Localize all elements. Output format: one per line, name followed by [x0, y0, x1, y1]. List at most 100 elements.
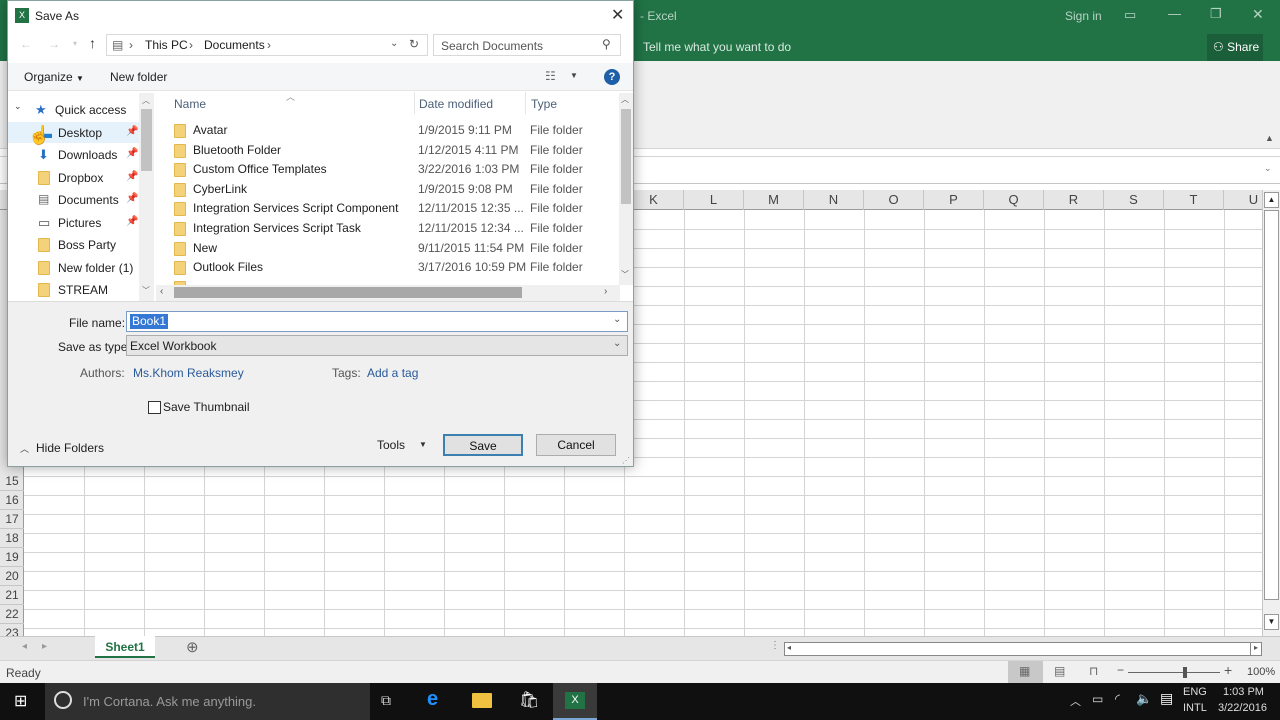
language-bottom[interactable]: INTL: [1183, 702, 1207, 714]
file-scroll-up-icon[interactable]: ︿: [621, 94, 629, 105]
tools-button[interactable]: Tools: [377, 438, 405, 452]
ribbon-display-icon[interactable]: ▭: [1124, 7, 1136, 23]
hide-folders-button[interactable]: Hide Folders: [36, 441, 104, 455]
file-hscroll-thumb[interactable]: [174, 287, 522, 298]
task-view-icon[interactable]: ⧉: [381, 692, 391, 709]
refresh-icon[interactable]: ↻: [409, 37, 419, 51]
breadcrumb-this-pc[interactable]: This PC: [145, 38, 188, 52]
save-thumbnail-label[interactable]: Save Thumbnail: [163, 400, 250, 414]
organize-button[interactable]: Organize ▼: [24, 70, 84, 84]
pin-icon[interactable]: 📌: [126, 148, 138, 159]
expand-chevron-icon[interactable]: ⌄: [14, 101, 22, 112]
nav-item[interactable]: New folder (1): [8, 257, 139, 278]
tell-me-input[interactable]: Tell me what you want to do: [643, 40, 791, 54]
page-break-view-icon[interactable]: ⊓: [1089, 664, 1098, 678]
close-icon[interactable]: ✕: [1252, 6, 1264, 23]
save-type-select[interactable]: Excel Workbook ⌄: [126, 335, 628, 356]
column-header-date[interactable]: Date modified: [419, 97, 493, 111]
column-header[interactable]: N: [804, 190, 864, 210]
file-explorer-icon[interactable]: [472, 693, 492, 708]
file-row[interactable]: CyberLink 1/9/2015 9:08 PM File folder: [156, 180, 616, 200]
store-icon[interactable]: 🛍: [519, 690, 539, 710]
zoom-out-icon[interactable]: −: [1117, 663, 1124, 677]
view-options-icon[interactable]: ☷: [545, 69, 556, 83]
scroll-up-arrow[interactable]: ▲: [1264, 192, 1279, 208]
wifi-icon[interactable]: ◜: [1115, 691, 1120, 707]
minimize-icon[interactable]: —: [1168, 6, 1181, 21]
scroll-left-arrow[interactable]: ◂: [787, 643, 791, 652]
restore-icon[interactable]: ❐: [1210, 6, 1222, 22]
search-input[interactable]: Search Documents ⚲: [433, 34, 621, 56]
column-header[interactable]: T: [1164, 190, 1224, 210]
share-button[interactable]: ⚇ Share: [1207, 34, 1263, 61]
language-top[interactable]: ENG: [1183, 686, 1207, 698]
scroll-right-arrow[interactable]: ▸: [1250, 642, 1262, 656]
zoom-slider-thumb[interactable]: [1183, 667, 1188, 678]
nav-item[interactable]: ⬇ Downloads 📌: [8, 144, 139, 165]
save-type-dropdown-icon[interactable]: ⌄: [613, 338, 621, 349]
file-scroll-down-icon[interactable]: ﹀: [621, 269, 629, 280]
vertical-scrollbar[interactable]: ▲ ▼: [1262, 190, 1280, 636]
action-center-icon[interactable]: ▤: [1160, 690, 1173, 707]
file-list-vscrollbar[interactable]: ︿ ﹀: [619, 93, 633, 285]
file-row[interactable]: New 9/11/2015 11:54 PM File folder: [156, 239, 616, 259]
pin-icon[interactable]: 📌: [126, 216, 138, 227]
nav-scrollbar[interactable]: ︿ ﹀: [139, 93, 154, 301]
clock-time[interactable]: 1:03 PM: [1223, 686, 1264, 698]
tools-dropdown-icon[interactable]: ▼: [419, 440, 427, 449]
prev-sheet-icon[interactable]: ◂: [22, 641, 27, 652]
row-header[interactable]: 21: [0, 586, 24, 605]
nav-item[interactable]: ▭ Pictures 📌: [8, 212, 139, 233]
nav-item[interactable]: STREAM: [8, 279, 139, 300]
file-name-dropdown-icon[interactable]: ⌄: [613, 314, 621, 325]
nav-item[interactable]: Boss Party: [8, 234, 139, 255]
file-row-partial[interactable]: [156, 278, 616, 285]
dialog-close-icon[interactable]: ✕: [611, 5, 624, 25]
horizontal-scrollbar[interactable]: ◂: [784, 642, 1254, 656]
row-header[interactable]: 20: [0, 567, 24, 586]
pin-icon[interactable]: 📌: [126, 193, 138, 204]
zoom-level[interactable]: 100%: [1247, 666, 1275, 678]
split-handle[interactable]: ⋮: [770, 640, 780, 651]
expand-formula-icon[interactable]: ⌄: [1264, 163, 1272, 174]
column-header[interactable]: R: [1044, 190, 1104, 210]
add-sheet-icon[interactable]: ⊕: [186, 638, 199, 656]
save-thumbnail-checkbox[interactable]: [148, 401, 161, 414]
resize-grip[interactable]: ⋰: [622, 456, 630, 465]
column-header-type[interactable]: Type: [531, 97, 557, 111]
view-dropdown-icon[interactable]: ▼: [570, 71, 578, 80]
nav-item[interactable]: ⌄ ★ Quick access: [8, 99, 139, 120]
file-row[interactable]: Avatar 1/9/2015 9:11 PM File folder: [156, 121, 616, 141]
volume-icon[interactable]: 🔈: [1136, 691, 1152, 707]
column-header[interactable]: Q: [984, 190, 1044, 210]
file-row[interactable]: Outlook Files 3/17/2016 10:59 PM File fold…: [156, 258, 616, 278]
edge-icon[interactable]: e: [427, 688, 438, 711]
forward-icon[interactable]: →: [48, 37, 60, 51]
file-list-hscrollbar[interactable]: ‹ ›: [156, 285, 620, 301]
file-row[interactable]: Integration Services Script Task 12/11/20…: [156, 219, 616, 239]
breadcrumb-documents[interactable]: Documents: [204, 38, 265, 52]
row-header[interactable]: 17: [0, 510, 24, 529]
tags-input[interactable]: Add a tag: [367, 366, 418, 380]
zoom-in-icon[interactable]: +: [1224, 662, 1232, 678]
file-name-input[interactable]: Book1 ⌄: [126, 311, 628, 332]
file-row[interactable]: Custom Office Templates 3/22/2016 1:03 PM…: [156, 160, 616, 180]
nav-item[interactable]: ▤ Documents 📌: [8, 189, 139, 210]
normal-view-button[interactable]: ▦: [1008, 661, 1043, 683]
cortana-search-box[interactable]: I'm Cortana. Ask me anything.: [45, 683, 370, 720]
address-bar[interactable]: ▤ › This PC › Documents › ⌄ ↻: [106, 34, 428, 56]
cancel-button[interactable]: Cancel: [536, 434, 616, 456]
sign-in-link[interactable]: Sign in: [1065, 9, 1102, 23]
battery-icon[interactable]: ▭: [1092, 692, 1103, 706]
save-button[interactable]: Save: [443, 434, 523, 456]
scroll-down-arrow[interactable]: ▼: [1264, 614, 1279, 630]
sheet-tab-sheet1[interactable]: Sheet1: [95, 636, 155, 658]
file-scroll-thumb[interactable]: [621, 109, 631, 204]
column-header-name[interactable]: Name: [174, 97, 206, 111]
column-header[interactable]: P: [924, 190, 984, 210]
zoom-slider[interactable]: [1128, 672, 1220, 673]
address-dropdown-icon[interactable]: ⌄: [390, 38, 398, 49]
excel-taskbar-button[interactable]: X: [553, 683, 597, 720]
breadcrumb-sep-icon[interactable]: ›: [267, 38, 271, 52]
pin-icon[interactable]: 📌: [126, 171, 138, 182]
